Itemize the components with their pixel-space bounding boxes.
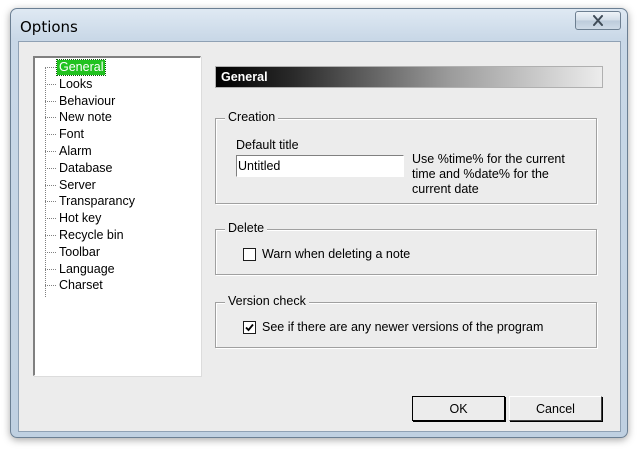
tree-branch <box>45 285 56 287</box>
tree-branch <box>45 268 56 270</box>
tree-item-charset[interactable]: Charset <box>45 277 105 294</box>
tree-branch <box>45 100 56 102</box>
tree-item-behaviour[interactable]: Behaviour <box>45 93 117 110</box>
warn-delete-checkbox[interactable] <box>243 247 256 261</box>
tree-branch <box>45 218 56 220</box>
tree-item-label: Behaviour <box>59 93 116 108</box>
tree-item-label: Looks <box>59 76 93 91</box>
default-title-input[interactable] <box>236 155 404 177</box>
checkmark-icon <box>245 323 254 331</box>
tree-item-label: Toolbar <box>59 244 100 259</box>
tree-branch <box>45 83 56 85</box>
close-button[interactable] <box>575 11 621 30</box>
tree-item-font[interactable]: Font <box>45 126 86 143</box>
tree-item-looks[interactable]: Looks <box>45 76 94 93</box>
version-check-group: Version check See if there are any newer… <box>215 294 597 348</box>
tree-item-label: General <box>55 59 107 76</box>
window-title: Options <box>20 18 78 36</box>
tree-branch <box>45 151 56 152</box>
tree-item-label: Recycle bin <box>59 228 124 242</box>
version-check-legend: Version check <box>225 294 309 308</box>
tree-item-server[interactable]: Server <box>45 177 98 194</box>
tree-branch <box>45 184 56 186</box>
tree-item-language[interactable]: Language <box>45 261 117 278</box>
tree-item-alarm[interactable]: Alarm <box>45 143 94 160</box>
close-icon <box>593 15 603 26</box>
tree-item-label: Alarm <box>59 144 92 158</box>
creation-legend: Creation <box>225 110 279 124</box>
tree-item-new-note[interactable]: New note <box>45 109 114 126</box>
section-header: General <box>215 66 603 88</box>
tree-item-label: Charset <box>59 278 103 293</box>
tree-item-toolbar[interactable]: Toolbar <box>45 244 102 261</box>
tree-item-database[interactable]: Database <box>45 160 115 177</box>
version-check-option[interactable]: See if there are any newer versions of t… <box>243 320 543 334</box>
options-tree[interactable]: General Looks Behaviour New note Font Alarm Da… <box>33 56 201 376</box>
tree-branch <box>45 67 56 68</box>
tree-item-general[interactable]: General <box>45 59 107 76</box>
options-dialog: Options General Looks Behaviour New note Fon… <box>10 8 628 438</box>
tree-branch <box>45 201 56 203</box>
tree-item-hot-key[interactable]: Hot key <box>45 210 103 227</box>
cancel-button[interactable]: Cancel <box>509 396 602 421</box>
warn-delete-label: Warn when deleting a note <box>262 247 411 261</box>
tree-branch <box>45 251 56 253</box>
tree-branch <box>45 235 56 236</box>
version-check-checkbox[interactable] <box>243 320 256 334</box>
tree-item-recycle-bin[interactable]: Recycle bin <box>45 227 126 244</box>
creation-hint: Use %time% for the current time and %dat… <box>412 152 565 196</box>
tree-item-label: Language <box>59 261 115 276</box>
delete-legend: Delete <box>225 221 268 235</box>
creation-group: Creation Default title Use %time% for th… <box>215 110 597 204</box>
tree-item-label: Font <box>59 127 85 142</box>
tree-item-label: New note <box>59 110 112 125</box>
warn-delete-option[interactable]: Warn when deleting a note <box>243 247 410 261</box>
delete-group: Delete Warn when deleting a note <box>215 221 597 275</box>
tree-item-label: Transparancy <box>59 194 135 209</box>
tree-item-transparancy[interactable]: Transparancy <box>45 193 137 210</box>
tree-branch <box>45 134 56 136</box>
tree-item-label: Database <box>59 160 113 175</box>
ok-button[interactable]: OK <box>412 396 505 421</box>
tree-item-label: Server <box>59 177 96 192</box>
tree-item-label: Hot key <box>59 211 102 226</box>
version-check-label: See if there are any newer versions of t… <box>262 320 544 334</box>
dialog-body: General Looks Behaviour New note Font Alarm Da… <box>18 41 621 432</box>
tree-branch <box>45 117 56 119</box>
default-title-label: Default title <box>236 138 299 152</box>
tree-branch <box>45 167 56 169</box>
